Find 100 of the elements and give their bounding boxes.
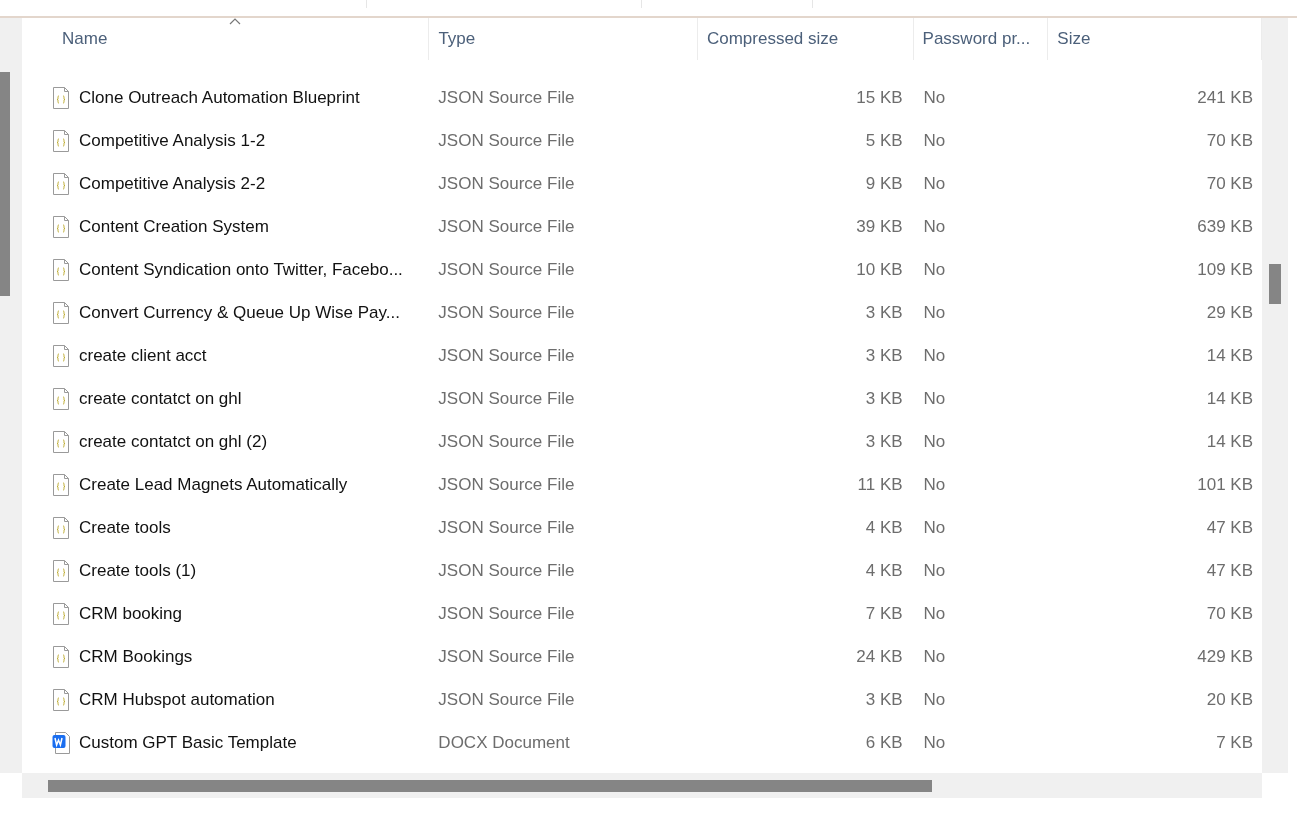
file-name[interactable]: Competitive Analysis 2-2 [79,173,266,194]
file-type: JSON Source File [437,345,576,366]
compressed-size: 7 KB [864,603,904,624]
password-protected: No [922,431,947,452]
compressed-size: 3 KB [864,388,904,409]
file-size: 639 KB [1196,216,1254,237]
file-name[interactable]: CRM booking [79,603,182,624]
file-type: JSON Source File [437,474,576,495]
file-name[interactable]: Convert Currency & Queue Up Wise Pay... [79,302,400,323]
file-name[interactable]: Custom GPT Basic Template [79,732,297,753]
file-size: 241 KB [1196,87,1254,108]
password-protected: No [922,302,947,323]
file-size: 29 KB [1205,302,1254,323]
compressed-size: 9 KB [864,173,904,194]
password-protected: No [922,259,947,280]
file-name[interactable]: Clone Outreach Automation Blueprint [79,87,360,108]
file-name[interactable]: create contatct on ghl (2) [79,431,268,452]
file-name[interactable]: Content Creation System [79,216,269,237]
password-protected: No [922,130,947,151]
password-protected: No [922,646,947,667]
json-file-icon [52,214,70,239]
file-size: 14 KB [1205,431,1254,452]
compressed-size: 6 KB [864,732,904,753]
json-file-icon [52,601,70,626]
json-file-icon [52,644,70,669]
column-header[interactable]: Password pr... [913,18,1049,60]
password-protected: No [922,345,947,366]
column-header[interactable]: Compressed size [697,18,914,60]
file-size: 47 KB [1205,517,1254,538]
json-file-icon [52,687,70,712]
file-name[interactable]: CRM Hubspot automation [79,689,275,710]
word-document-icon [52,730,70,755]
compressed-size: 4 KB [864,560,904,581]
column-header[interactable]: Type [429,18,698,60]
file-name[interactable]: Create tools (1) [79,560,197,581]
file-size: 101 KB [1196,474,1254,495]
file-size: 429 KB [1196,646,1254,667]
file-type: JSON Source File [437,130,576,151]
password-protected: No [922,603,947,624]
file-type: JSON Source File [437,560,576,581]
file-type: DOCX Document [437,732,571,753]
file-size: 14 KB [1205,345,1254,366]
password-protected: No [922,517,947,538]
scrollbar-thumb[interactable] [0,72,10,296]
json-file-icon [52,386,70,411]
password-protected: No [922,388,947,409]
file-name[interactable]: Content Syndication onto Twitter, Facebo... [79,259,403,280]
file-type: JSON Source File [437,216,576,237]
json-file-icon [52,257,70,282]
json-file-icon [52,300,70,325]
password-protected: No [922,216,947,237]
file-size: 14 KB [1205,388,1254,409]
json-file-icon [52,128,70,153]
compressed-size: 3 KB [864,345,904,366]
scrollbar-thumb[interactable] [1269,264,1281,304]
file-type: JSON Source File [437,388,576,409]
compressed-size: 3 KB [864,302,904,323]
file-size: 20 KB [1205,689,1254,710]
file-name[interactable]: Create tools [79,517,171,538]
scrollbar-thumb[interactable] [48,780,932,792]
column-header[interactable]: Name [50,18,430,60]
file-name[interactable]: Competitive Analysis 1-2 [79,130,266,151]
file-type: JSON Source File [437,87,576,108]
file-type: JSON Source File [437,302,576,323]
json-file-icon [52,515,70,540]
file-type: JSON Source File [437,259,576,280]
file-name[interactable]: create client acct [79,345,207,366]
file-name[interactable]: CRM Bookings [79,646,193,667]
password-protected: No [922,474,947,495]
file-name[interactable]: create contatct on ghl [79,388,242,409]
file-type: JSON Source File [437,689,576,710]
file-size: 70 KB [1205,603,1254,624]
file-type: JSON Source File [437,173,576,194]
json-file-icon [52,343,70,368]
password-protected: No [922,689,947,710]
compressed-size: 24 KB [855,646,904,667]
file-size: 7 KB [1215,732,1254,753]
file-type: JSON Source File [437,603,576,624]
json-file-icon [52,171,70,196]
compressed-size: 5 KB [864,130,904,151]
password-protected: No [922,732,947,753]
json-file-icon [52,558,70,583]
compressed-size: 39 KB [855,216,904,237]
compressed-size: 15 KB [855,87,904,108]
json-file-icon [52,85,70,110]
file-type: JSON Source File [437,646,576,667]
compressed-size: 4 KB [864,517,904,538]
file-type: JSON Source File [437,517,576,538]
compressed-size: 3 KB [864,689,904,710]
file-size: 47 KB [1205,560,1254,581]
compressed-size: 11 KB [856,474,904,495]
json-file-icon [52,429,70,454]
file-size: 109 KB [1196,259,1254,280]
file-name[interactable]: Create Lead Magnets Automatically [79,474,348,495]
json-file-icon [52,472,70,497]
file-size: 70 KB [1205,130,1254,151]
compressed-size: 3 KB [864,431,904,452]
file-size: 70 KB [1205,173,1254,194]
password-protected: No [922,87,947,108]
password-protected: No [922,173,947,194]
